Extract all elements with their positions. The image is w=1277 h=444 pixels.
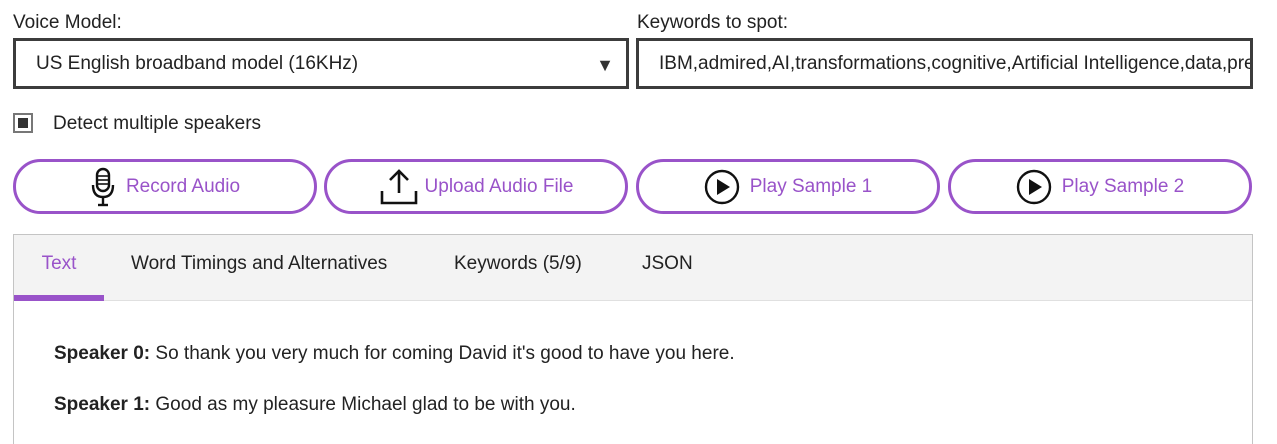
tab-keywords-label: Keywords (5/9): [454, 253, 582, 274]
detect-speakers-label: Detect multiple speakers: [53, 113, 262, 134]
play-sample-1-label: Play Sample 1: [749, 175, 873, 197]
play-icon: [704, 169, 740, 205]
upload-audio-button[interactable]: Upload Audio File: [324, 159, 628, 214]
transcript-text: So thank you very much for coming David …: [155, 343, 735, 364]
tab-text[interactable]: Text: [14, 235, 104, 301]
transcript-text: Good as my pleasure Michael glad to be w…: [155, 394, 576, 415]
play-sample-1-button[interactable]: Play Sample 1: [636, 159, 940, 214]
record-audio-label: Record Audio: [125, 175, 241, 197]
keywords-label: Keywords to spot:: [637, 12, 789, 33]
play-sample-2-label: Play Sample 2: [1061, 175, 1185, 197]
tab-keywords[interactable]: Keywords (5/9): [454, 235, 582, 300]
output-panel: Text Word Timings and Alternatives Keywo…: [13, 234, 1253, 444]
play-icon: [1016, 169, 1052, 205]
tab-json-label: JSON: [642, 253, 693, 274]
keywords-value: IBM,admired,AI,transformations,cognitive…: [659, 52, 1253, 74]
detect-speakers-checkbox[interactable]: [13, 113, 33, 133]
voice-model-label: Voice Model:: [13, 12, 122, 33]
chevron-down-icon: ▼: [596, 54, 614, 75]
microphone-icon: [90, 167, 116, 207]
tab-text-label: Text: [41, 253, 77, 274]
tab-word-timings[interactable]: Word Timings and Alternatives: [131, 235, 387, 300]
tab-bar: Text Word Timings and Alternatives Keywo…: [14, 235, 1252, 301]
keywords-input[interactable]: IBM,admired,AI,transformations,cognitive…: [636, 38, 1253, 89]
tab-word-timings-label: Word Timings and Alternatives: [131, 253, 388, 274]
upload-audio-label: Upload Audio File: [424, 175, 574, 197]
speaker-label: Speaker 1:: [54, 394, 151, 415]
transcript-line: Speaker 1: Good as my pleasure Michael g…: [54, 394, 576, 416]
transcript-line: Speaker 0: So thank you very much for co…: [54, 343, 735, 365]
voice-model-selected: US English broadband model (16KHz): [36, 52, 359, 74]
checkbox-mark: [18, 118, 28, 128]
active-tab-indicator: [14, 295, 104, 301]
speaker-label: Speaker 0:: [54, 343, 151, 364]
tab-json[interactable]: JSON: [642, 235, 693, 300]
voice-model-select[interactable]: US English broadband model (16KHz) ▼: [13, 38, 629, 89]
play-sample-2-button[interactable]: Play Sample 2: [948, 159, 1252, 214]
record-audio-button[interactable]: Record Audio: [13, 159, 317, 214]
upload-icon: [379, 167, 419, 207]
